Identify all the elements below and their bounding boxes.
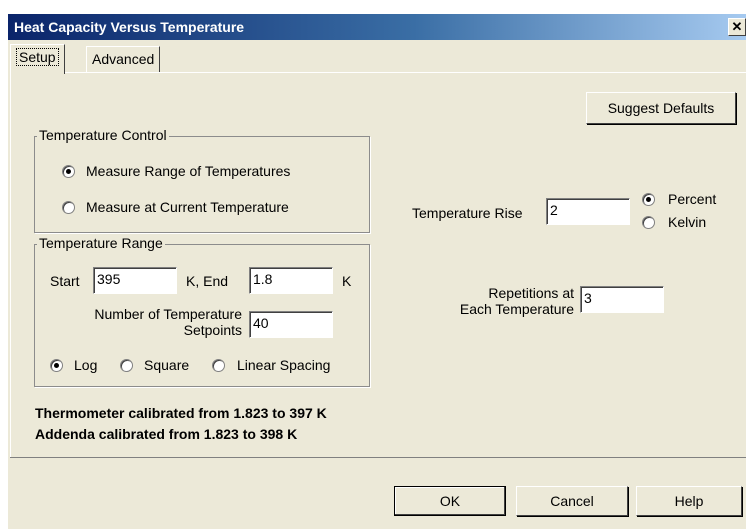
temperature-control-group xyxy=(34,136,370,233)
square-spacing-radio[interactable] xyxy=(120,359,133,372)
repetitions-label-line1: Repetitions at xyxy=(488,285,574,301)
tab-advanced-label: Advanced xyxy=(92,51,155,67)
percent-label: Percent xyxy=(668,191,717,207)
linear-spacing-radio[interactable] xyxy=(212,359,225,372)
measure-current-label: Measure at Current Temperature xyxy=(86,199,289,215)
tab-advanced[interactable]: Advanced xyxy=(86,46,161,72)
repetitions-label-line2: Each Temperature xyxy=(459,301,574,317)
square-spacing-label: Square xyxy=(144,357,190,373)
tab-setup[interactable]: Setup xyxy=(10,44,65,74)
help-button[interactable]: Help xyxy=(636,486,742,516)
log-spacing-label: Log xyxy=(74,357,98,373)
measure-range-label: Measure Range of Temperatures xyxy=(86,163,291,179)
footer-divider xyxy=(10,457,746,458)
repetitions-input[interactable]: 3 xyxy=(580,286,664,313)
temperature-rise-label: Temperature Rise xyxy=(412,205,523,221)
measure-current-radio[interactable] xyxy=(62,201,75,214)
end-label: K, End xyxy=(186,273,229,289)
title-bar: Heat Capacity Versus Temperature ✕ xyxy=(8,14,746,40)
start-temperature-input[interactable]: 395 xyxy=(93,267,177,294)
suggest-defaults-button[interactable]: Suggest Defaults xyxy=(586,92,736,124)
ok-button[interactable]: OK xyxy=(394,486,506,516)
setpoints-label-line1: Number of Temperature xyxy=(94,306,242,322)
kelvin-label: Kelvin xyxy=(668,214,707,230)
percent-radio[interactable] xyxy=(642,193,655,206)
end-unit-label: K xyxy=(342,273,352,289)
thermometer-calibration-text: Thermometer calibrated from 1.823 to 397… xyxy=(35,405,327,421)
linear-spacing-label: Linear Spacing xyxy=(237,357,331,373)
addenda-calibration-text: Addenda calibrated from 1.823 to 398 K xyxy=(35,426,298,442)
temperature-range-title: Temperature Range xyxy=(37,235,165,251)
temperature-control-title: Temperature Control xyxy=(37,127,169,143)
setpoints-input[interactable]: 40 xyxy=(249,311,333,338)
setpoints-label-line2: Setpoints xyxy=(183,322,242,338)
cancel-button[interactable]: Cancel xyxy=(516,486,628,516)
log-spacing-radio[interactable] xyxy=(50,359,63,372)
tab-setup-label: Setup xyxy=(16,48,59,66)
close-icon: ✕ xyxy=(731,19,743,34)
kelvin-radio[interactable] xyxy=(642,216,655,229)
start-label: Start xyxy=(50,273,80,289)
window-title: Heat Capacity Versus Temperature xyxy=(14,19,245,35)
measure-range-radio[interactable] xyxy=(62,165,75,178)
close-button[interactable]: ✕ xyxy=(728,18,746,36)
temperature-rise-input[interactable]: 2 xyxy=(546,198,630,225)
end-temperature-input[interactable]: 1.8 xyxy=(249,267,333,294)
